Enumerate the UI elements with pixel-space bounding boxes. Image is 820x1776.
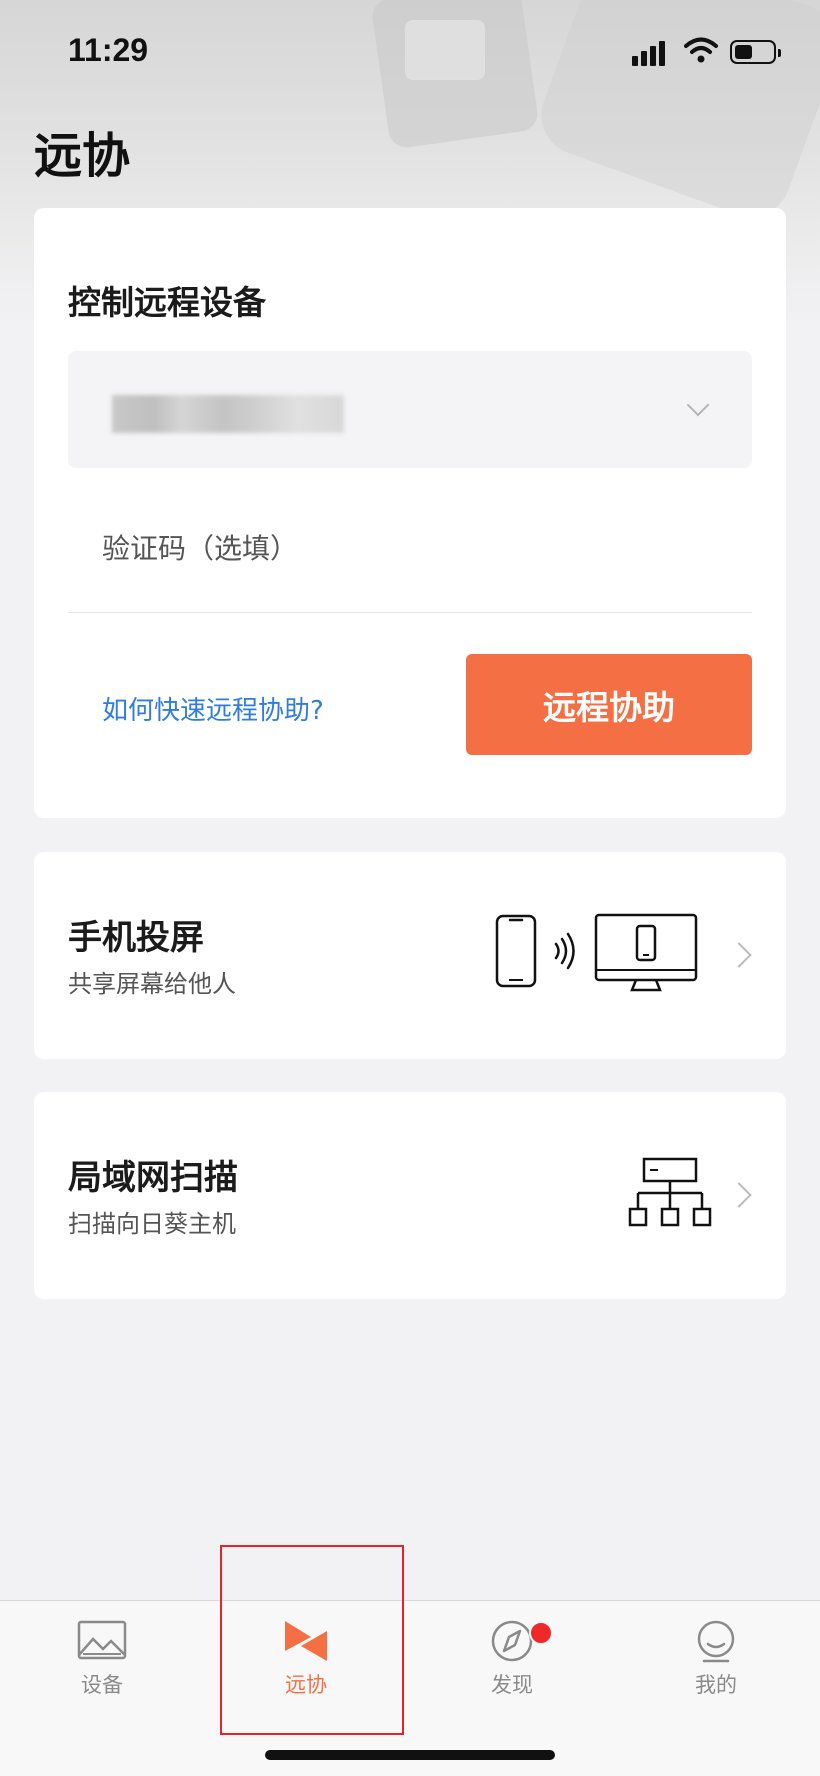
chevron-right-icon — [726, 1182, 752, 1208]
tab-discover[interactable]: 发现 — [452, 1619, 572, 1719]
phone-cast-illustration — [495, 913, 698, 992]
tab-profile[interactable]: 我的 — [656, 1619, 776, 1719]
home-indicator — [265, 1750, 555, 1760]
chevron-right-icon — [726, 942, 752, 968]
chevron-down-icon[interactable] — [686, 393, 710, 417]
image-icon — [77, 1620, 127, 1660]
cellular-signal-icon — [632, 40, 672, 66]
remote-control-card: 控制远程设备 如何快速远程协助? 远程协助 — [34, 208, 786, 818]
smiley-icon — [697, 1620, 735, 1663]
section-title: 控制远程设备 — [68, 283, 266, 322]
status-bar: 11:29 — [0, 0, 820, 100]
tab-label: 设备 — [81, 1673, 123, 1697]
battery-icon — [730, 40, 781, 64]
phone-cast-card[interactable]: 手机投屏 共享屏幕给他人 — [34, 852, 786, 1059]
page-title: 远协 — [34, 128, 131, 184]
card-title: 局域网扫描 — [68, 1158, 238, 1198]
card-subtitle: 共享屏幕给他人 — [68, 970, 236, 998]
verification-code-input[interactable] — [68, 518, 752, 578]
remote-assist-button[interactable]: 远程协助 — [466, 654, 752, 755]
notification-badge — [529, 1621, 553, 1645]
tab-devices[interactable]: 设备 — [42, 1619, 162, 1719]
divider — [68, 612, 752, 613]
status-time: 11:29 — [68, 32, 149, 68]
device-id-value-redacted — [112, 395, 344, 433]
network-topology-illustration — [628, 1157, 712, 1227]
tab-label: 我的 — [695, 1673, 737, 1697]
card-subtitle: 扫描向日葵主机 — [68, 1210, 236, 1238]
wifi-icon — [684, 37, 718, 63]
card-title: 手机投屏 — [68, 918, 204, 958]
lan-scan-card[interactable]: 局域网扫描 扫描向日葵主机 — [34, 1092, 786, 1299]
highlight-annotation-box — [220, 1545, 404, 1735]
tab-label: 发现 — [491, 1673, 533, 1697]
help-link[interactable]: 如何快速远程协助? — [102, 690, 324, 727]
compass-icon — [491, 1620, 533, 1662]
device-id-select[interactable] — [68, 351, 752, 468]
